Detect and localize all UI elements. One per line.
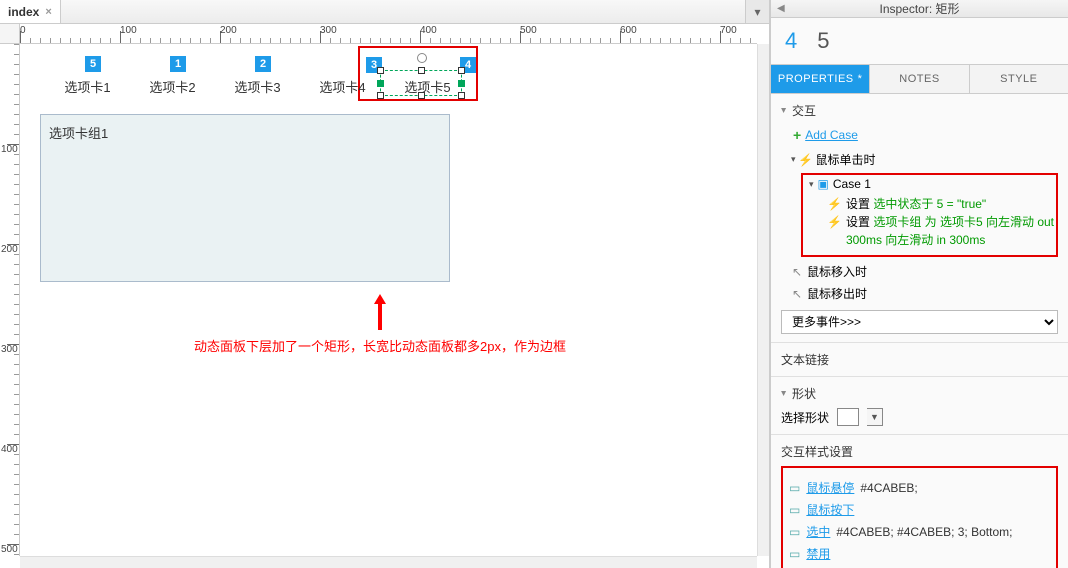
ix-row-selected[interactable]: ▭ 选中 #4CABEB; #4CABEB; 3; Bottom; [789, 523, 1050, 540]
ix-styles-block: ▭ 鼠标悬停 #4CABEB; ▭ 鼠标按下 ▭ 选中 #4CABEB; #4C… [781, 466, 1058, 568]
scrollbar-vertical[interactable] [757, 44, 769, 556]
action-icon: ⚡ [827, 195, 842, 213]
tab-widget-4[interactable]: 选项卡4 [300, 74, 385, 98]
edge-handle[interactable] [458, 80, 465, 87]
action-row-1[interactable]: ⚡ 设置 选中状态于 5 = "true" [827, 195, 1054, 213]
close-icon[interactable]: × [45, 6, 51, 18]
file-tab-index[interactable]: index × [0, 0, 61, 23]
cursor-icon: ↖ [791, 288, 803, 300]
ruler-vertical[interactable]: 100200300400500 [0, 44, 20, 556]
chevron-down-icon: ▸ [778, 108, 789, 113]
selected-icon: ▭ [789, 525, 800, 539]
file-tabbar: index × ▾ [0, 0, 769, 24]
shape-select-label: 选择形状 [781, 409, 829, 426]
annotation-text: 动态面板下层加了一个矩形，长宽比动态面板都多2px，作为边框 [180, 292, 580, 355]
dynamic-panel-widget[interactable]: 选项卡组1 [40, 114, 450, 282]
tab-widget-2[interactable]: 选项卡21 [130, 74, 215, 98]
cursor-icon: ↖ [791, 266, 803, 278]
coord-x: 4 [785, 28, 797, 54]
widget-badge: 1 [170, 56, 186, 72]
shape-select-row: 选择形状 ▼ [781, 408, 1058, 426]
section-ix-styles: 交互样式设置 ▭ 鼠标悬停 #4CABEB; ▭ 鼠标按下 ▭ 选中 #4CAB… [771, 435, 1068, 568]
canvas-pane: index × ▾ 0100200300400500600700 1002003… [0, 0, 770, 568]
widget-badge: 2 [255, 56, 271, 72]
tab-properties[interactable]: PROPERTIES* [771, 65, 870, 93]
file-tab-label: index [8, 5, 39, 19]
shape-swatch[interactable] [837, 408, 859, 426]
event-tree: ▾ ⚡ 鼠标单击时 ▾ ▣ Case 1 ⚡ 设置 选中状态于 5 = "tru… [791, 151, 1058, 302]
section-header-ixstyles: 交互样式设置 [781, 443, 1058, 460]
triangle-down-icon: ▾ [809, 179, 814, 190]
section-header-shape[interactable]: ▸ 形状 [781, 385, 1058, 402]
ruler-horizontal[interactable]: 0100200300400500600700 [20, 24, 757, 44]
hover-icon: ▭ [789, 481, 800, 495]
triangle-down-icon: ▾ [791, 154, 796, 165]
case-block: ▾ ▣ Case 1 ⚡ 设置 选中状态于 5 = "true" ⚡ 设置 选项… [801, 173, 1058, 257]
tab-widget-3[interactable]: 选项卡32 [215, 74, 300, 98]
event-mouseenter[interactable]: ↖ 鼠标移入时 [791, 263, 1058, 280]
edge-handle[interactable] [377, 80, 384, 87]
tab-style[interactable]: STYLE [970, 65, 1068, 93]
plus-icon: + [793, 127, 801, 143]
disabled-icon: ▭ [789, 547, 800, 561]
ix-row-hover[interactable]: ▭ 鼠标悬停 #4CABEB; [789, 479, 1050, 496]
case-icon: ▣ [818, 177, 829, 191]
section-shape: ▸ 形状 选择形状 ▼ [771, 377, 1068, 435]
ix-row-disabled[interactable]: ▭ 禁用 [789, 545, 1050, 562]
section-interactions: ▸ 交互 + Add Case ▾ ⚡ 鼠标单击时 ▾ ▣ Case 1 ⚡ [771, 94, 1068, 343]
case-row[interactable]: ▾ ▣ Case 1 [809, 177, 1054, 191]
tabbar-menu-button[interactable]: ▾ [745, 0, 769, 23]
resize-handle[interactable] [377, 92, 384, 99]
selection-box[interactable]: 3 4 [380, 70, 462, 96]
tab-widget-1[interactable]: 选项卡15 [45, 74, 130, 98]
ix-row-mousedown[interactable]: ▭ 鼠标按下 [789, 501, 1050, 518]
resize-handle[interactable] [458, 92, 465, 99]
add-case-link[interactable]: Add Case [805, 128, 858, 142]
chevron-down-icon: ▸ [778, 391, 789, 396]
inspector-tabs: PROPERTIES* NOTES STYLE [771, 64, 1068, 94]
action-row-2[interactable]: ⚡ 设置 选项卡组 为 选项卡5 向左滑动 out 300ms 向左滑动 in … [827, 213, 1054, 249]
inspector-title: Inspector: 矩形 [771, 0, 1068, 18]
arrow-up-icon [370, 292, 390, 332]
more-events-row: 更多事件>>> [781, 310, 1058, 334]
section-textlink: 文本链接 [771, 343, 1068, 377]
widget-badge: 5 [85, 56, 101, 72]
tab-notes[interactable]: NOTES [870, 65, 969, 93]
inspector-panel: Inspector: 矩形 4 5 PROPERTIES* NOTES STYL… [770, 0, 1068, 568]
canvas-viewport[interactable]: 选项卡15选项卡21选项卡32选项卡4选项卡5 3 4 选项卡组1 动态面板下层… [20, 44, 769, 568]
ruler-corner [0, 24, 20, 44]
section-header-textlink[interactable]: 文本链接 [781, 351, 1058, 368]
coordinate-row: 4 5 [771, 18, 1068, 64]
resize-handle[interactable] [377, 67, 384, 74]
add-case-row[interactable]: + Add Case [793, 127, 1058, 143]
resize-handle[interactable] [418, 92, 425, 99]
mousedown-icon: ▭ [789, 503, 800, 517]
dropdown-button[interactable]: ▼ [867, 408, 883, 426]
panel-label: 选项卡组1 [49, 126, 108, 141]
event-mouseleave[interactable]: ↖ 鼠标移出时 [791, 285, 1058, 302]
connection-point-icon[interactable] [417, 53, 427, 63]
lightning-icon: ⚡ [800, 154, 812, 166]
event-click[interactable]: ▾ ⚡ 鼠标单击时 [791, 151, 1058, 168]
resize-handle[interactable] [458, 67, 465, 74]
scrollbar-horizontal[interactable] [20, 556, 757, 568]
coord-y: 5 [817, 28, 829, 54]
resize-handle[interactable] [418, 67, 425, 74]
section-header-interactions[interactable]: ▸ 交互 [781, 102, 1058, 119]
more-events-select[interactable]: 更多事件>>> [781, 310, 1058, 334]
action-icon: ⚡ [827, 213, 842, 231]
